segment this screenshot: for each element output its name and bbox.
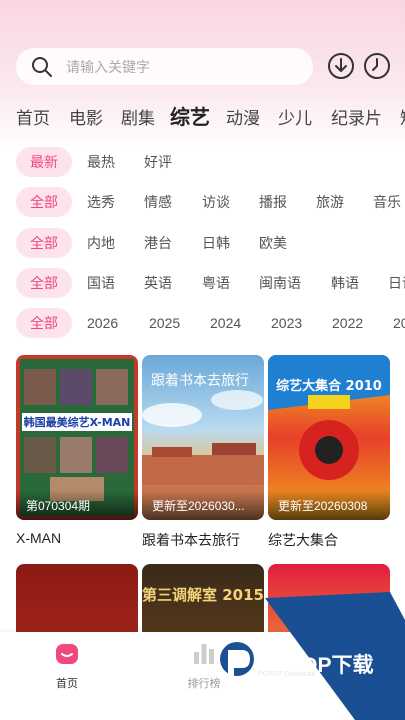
tab-series[interactable]: 剧集 xyxy=(121,104,155,129)
poster-image: 韩国最美综艺X-MAN 第070304期 xyxy=(16,355,138,520)
poster-image: 综艺大集合 2010 更新至20260308 xyxy=(268,355,390,520)
filter-chip[interactable]: 韩语 xyxy=(317,268,373,298)
poster-text: 第三调解室 2015 xyxy=(142,586,264,604)
search-icon xyxy=(32,56,52,77)
nav-home[interactable]: 首页 xyxy=(27,640,107,691)
filter-chip[interactable]: 全部 xyxy=(16,268,72,298)
filter-chip[interactable]: 最热 xyxy=(73,147,129,177)
filter-chip[interactable]: 日韩 xyxy=(188,228,244,258)
category-tabs: 首页 电影 剧集 综艺 动漫 少儿 纪录片 短 xyxy=(0,100,405,132)
home-icon xyxy=(56,644,78,664)
filter-chip[interactable]: 全部 xyxy=(16,228,72,258)
tab-movie[interactable]: 电影 xyxy=(69,104,103,129)
filter-chip[interactable]: 日语 xyxy=(374,268,405,298)
filter-chip[interactable]: 全部 xyxy=(16,187,72,217)
bottom-nav: 首页 排行榜 xyxy=(0,632,405,720)
chart-icon xyxy=(194,644,214,664)
filter-chip[interactable]: 选秀 xyxy=(73,187,129,217)
nav-ranking[interactable]: 排行榜 xyxy=(164,640,244,691)
filter-chip[interactable]: 2021 xyxy=(379,308,405,338)
tab-kids[interactable]: 少儿 xyxy=(278,104,312,129)
filter-row-language: 全部 国语 英语 粤语 闽南语 韩语 日语 xyxy=(0,268,405,300)
tab-short[interactable]: 短 xyxy=(400,104,405,129)
poster-text: 韩国最美综艺X-MAN xyxy=(24,415,131,429)
filter-chip[interactable]: 旅游 xyxy=(302,187,358,217)
filter-chip[interactable]: 闽南语 xyxy=(245,268,315,298)
filter-chip[interactable]: 2024 xyxy=(196,308,255,338)
tab-anime[interactable]: 动漫 xyxy=(226,104,260,129)
filter-chip[interactable]: 播报 xyxy=(245,187,301,217)
filter-row-sort: 最新 最热 好评 xyxy=(0,147,405,179)
episode-badge: 第070304期 xyxy=(26,499,91,513)
filter-row-region: 全部 内地 港台 日韩 欧美 xyxy=(0,228,405,260)
filter-chip[interactable]: 英语 xyxy=(130,268,186,298)
filter-chip[interactable]: 港台 xyxy=(130,228,186,258)
card-title: 跟着书本去旅行 xyxy=(142,532,240,548)
video-card[interactable]: 韩国最美综艺X-MAN 第070304期 X-MAN xyxy=(16,355,138,546)
filter-chip[interactable]: 音乐 xyxy=(359,187,405,217)
filter-row-type: 全部 选秀 情感 访谈 播报 旅游 音乐 xyxy=(0,187,405,219)
filter-chip[interactable]: 2022 xyxy=(318,308,377,338)
filter-chip[interactable]: 访谈 xyxy=(188,187,244,217)
filter-chip[interactable]: 情感 xyxy=(130,187,186,217)
download-button[interactable] xyxy=(327,52,355,80)
clock-icon xyxy=(364,53,390,79)
episode-badge: 更新至20260308 xyxy=(278,499,368,513)
filter-chip[interactable]: 欧美 xyxy=(245,228,301,258)
episode-badge: 更新至2026030... xyxy=(152,499,245,513)
poster-image: 跟着书本去旅行 更新至2026030... xyxy=(142,355,264,520)
filter-chip[interactable]: 内地 xyxy=(73,228,129,258)
search-bar[interactable]: 请输入关键字 xyxy=(16,48,313,85)
filter-chip[interactable]: 最新 xyxy=(16,147,72,177)
top-bar: 请输入关键字 xyxy=(0,0,405,90)
video-card[interactable]: 跟着书本去旅行 更新至2026030... 跟着书本去旅行 xyxy=(142,355,264,550)
filter-row-year: 全部 2026 2025 2024 2023 2022 2021 xyxy=(0,308,405,340)
nav-label: 排行榜 xyxy=(187,678,221,690)
filter-chip[interactable]: 国语 xyxy=(73,268,129,298)
video-card[interactable]: 综艺大集合 2010 更新至20260308 综艺大集合 xyxy=(268,355,390,550)
card-title: X-MAN xyxy=(16,530,62,546)
poster-text: 跟着书本去旅行 xyxy=(151,373,249,389)
filter-chip[interactable]: 好评 xyxy=(130,147,186,177)
filter-chip[interactable]: 2026 xyxy=(73,308,132,338)
history-button[interactable] xyxy=(363,52,391,80)
download-icon xyxy=(328,53,354,79)
poster-text: 综艺大集合 2010 xyxy=(276,378,382,394)
tab-home[interactable]: 首页 xyxy=(16,104,50,129)
filter-chip[interactable]: 粤语 xyxy=(188,268,244,298)
filter-chip[interactable]: 全部 xyxy=(16,308,72,338)
tab-variety[interactable]: 综艺 xyxy=(170,101,210,130)
nav-label: 首页 xyxy=(56,678,78,690)
card-title: 综艺大集合 xyxy=(268,532,338,548)
filter-chip[interactable]: 2023 xyxy=(257,308,316,338)
tab-documentary[interactable]: 纪录片 xyxy=(331,104,382,129)
search-input[interactable]: 请输入关键字 xyxy=(66,57,150,77)
filter-chip[interactable]: 2025 xyxy=(135,308,194,338)
